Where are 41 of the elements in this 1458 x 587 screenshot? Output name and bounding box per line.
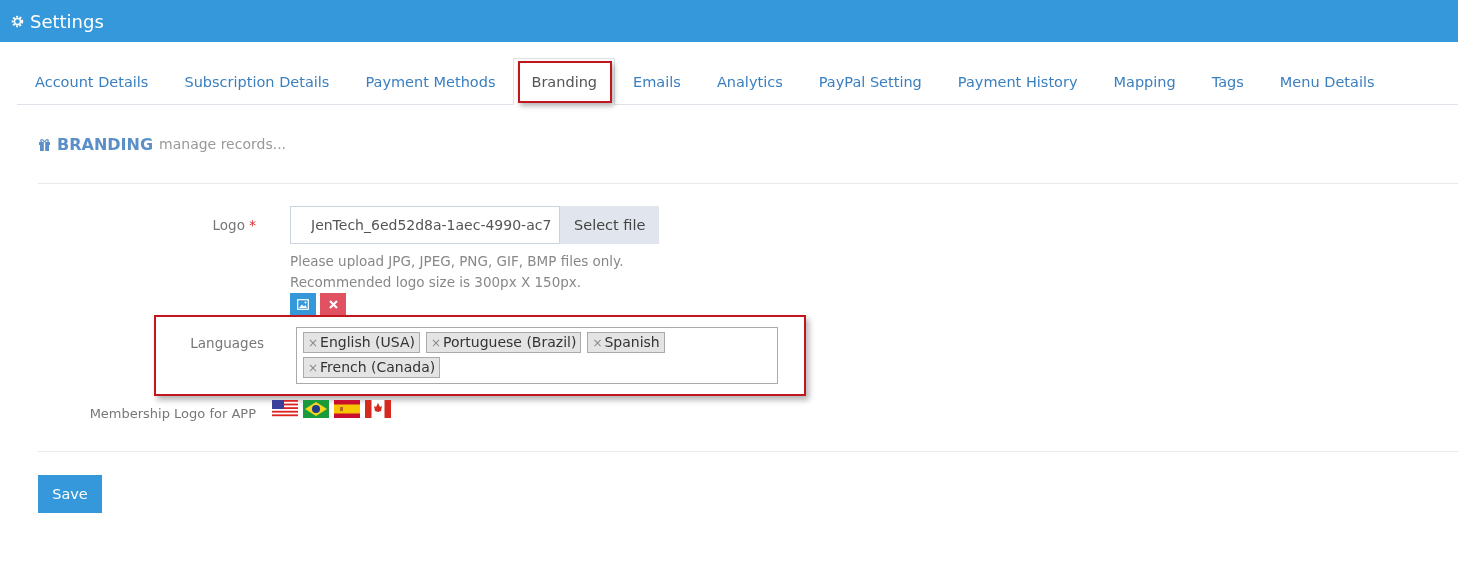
remove-tag-button[interactable]: × [430,336,442,350]
language-tag[interactable]: ×French (Canada) [303,357,441,378]
settings-icon [10,13,25,29]
tab[interactable]: Payment History [939,58,1096,105]
close-icon [328,299,338,309]
tab[interactable]: Subscription Details [166,58,348,105]
section-subtitle: manage records... [159,136,287,152]
language-tag[interactable]: ×Portuguese (Brazil) [425,332,582,353]
file-name-field[interactable]: JenTech_6ed52d8a-1aec-4990-ac7 [290,206,560,244]
language-select[interactable]: ×English (USA) ×Portuguese (Brazil) ×Spanish ×French (Canada) [296,327,778,384]
hint-text: Recommended logo size is 300px X 150px. [290,273,583,292]
tab[interactable]: Mapping [1095,58,1194,105]
flag-icon [272,400,298,418]
tab[interactable]: Payment Methods [347,58,514,105]
image-button[interactable] [290,293,316,315]
tab[interactable]: PayPal Setting [800,58,940,105]
section-title: BRANDING [57,134,154,154]
image-icon [297,298,309,310]
field-label: Languages [189,334,265,353]
select-file-button[interactable]: Select file [560,206,660,244]
language-tag[interactable]: ×English (USA) [303,332,420,353]
field-label: Membership Logo for APP [88,405,257,421]
remove-tag-button[interactable]: × [592,336,603,350]
tab[interactable]: Analytics [698,58,801,105]
hint-text: Please upload JPG, JPEG, PNG, GIF, BMP files only. [290,252,625,271]
remove-tag-button[interactable]: × [308,361,319,375]
window-title: Settings [30,10,104,32]
field-label: Logo * [211,216,257,235]
gift-icon [38,137,51,151]
tab[interactable]: Emails [615,58,699,105]
remove-tag-button[interactable]: × [308,336,319,350]
save-button[interactable]: Save [38,475,102,513]
tab[interactable]: Tags [1193,58,1262,105]
flag-icon [303,400,329,418]
delete-button[interactable] [320,293,346,315]
flag-icon [334,400,360,418]
flag-icon [365,400,391,418]
tab[interactable]: Branding [513,58,616,105]
tab[interactable]: Menu Details [1261,58,1393,105]
language-tag[interactable]: ×Spanish [587,332,665,353]
tab[interactable]: Account Details [17,58,167,105]
